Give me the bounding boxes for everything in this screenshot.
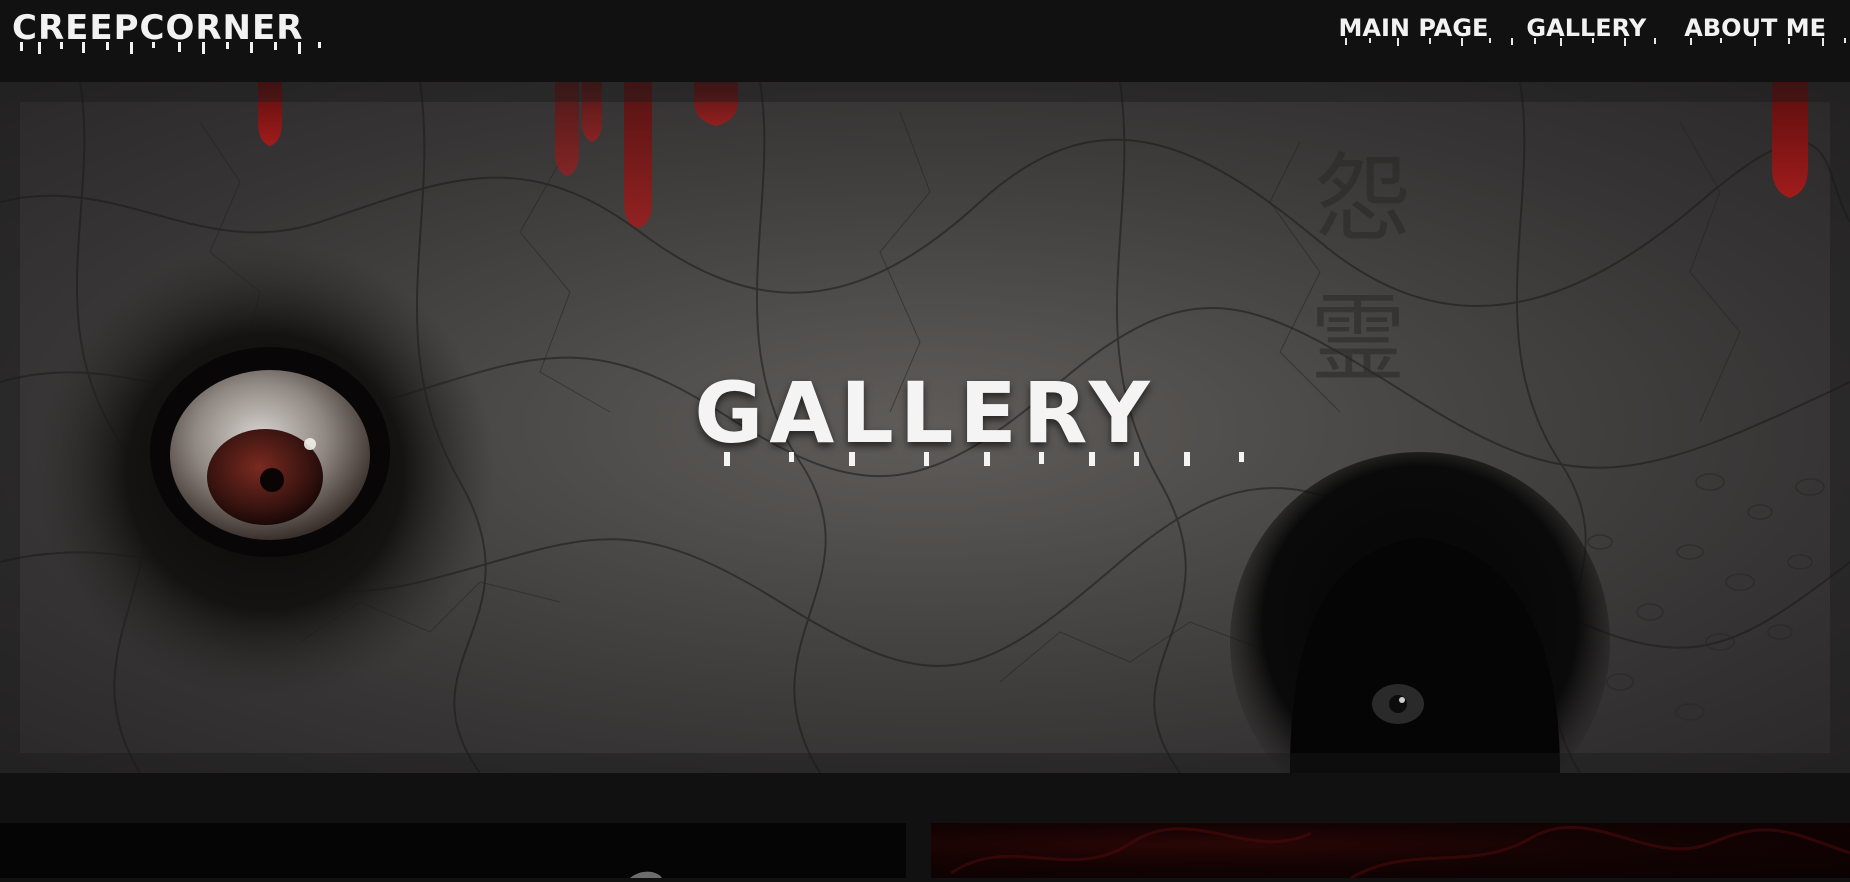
page-title: GALLERY — [0, 364, 1850, 466]
site-logo[interactable]: CREEPCORNER — [12, 8, 321, 54]
sketched-eyes — [1587, 473, 1825, 721]
gallery-thumbnail-1[interactable] — [0, 823, 906, 878]
site-logo-text: CREEPCORNER — [12, 8, 304, 48]
nav-link-about-me[interactable]: ABOUT ME — [1684, 14, 1847, 46]
nav-link-gallery-label: GALLERY — [1526, 14, 1647, 42]
figure-eye-highlight — [1399, 697, 1405, 703]
main-nav: MAIN PAGE GALLERY ABOUT ME — [1338, 14, 1847, 46]
pupil — [260, 468, 284, 492]
figure-pupil — [1389, 695, 1407, 713]
kanji-watermark: 怨 霊 — [1310, 143, 1411, 395]
thumbnail-1-art — [630, 871, 662, 878]
top-navigation-bar: CREEPCORNER MAIN PAGE GALLERY ABOUT ME — [0, 0, 1850, 82]
nav-link-gallery[interactable]: GALLERY — [1526, 14, 1657, 46]
nav-link-main-page[interactable]: MAIN PAGE — [1338, 14, 1513, 46]
page-title-text: GALLERY — [694, 364, 1156, 462]
kanji-top: 怨 — [1315, 143, 1411, 255]
section-divider — [0, 773, 1850, 823]
nav-link-main-page-label: MAIN PAGE — [1338, 14, 1489, 42]
nav-link-about-me-label: ABOUT ME — [1684, 14, 1826, 42]
blood-drips — [258, 82, 1808, 228]
thumbnail-2-art — [950, 825, 1850, 880]
gallery-hero-banner: 怨 霊 GALLERY — [0, 82, 1850, 773]
gallery-thumbnail-2[interactable] — [931, 823, 1850, 880]
